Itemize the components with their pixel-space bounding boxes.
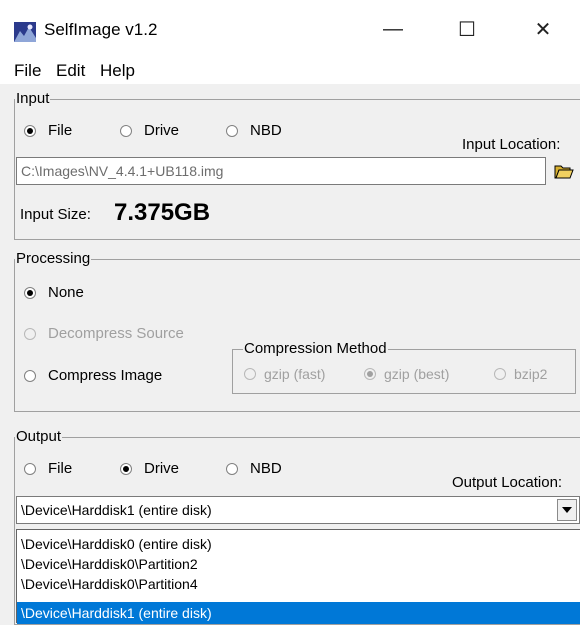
radio-label: Drive bbox=[144, 460, 180, 477]
chevron-down-icon bbox=[562, 507, 572, 513]
output-selected-value: \Device\Harddisk1 (entire disk) bbox=[21, 502, 212, 518]
minimize-icon: — bbox=[383, 17, 403, 40]
radio-dot bbox=[244, 368, 256, 380]
close-button[interactable]: ✕ bbox=[508, 6, 578, 52]
radio-dot bbox=[226, 124, 238, 137]
input-path-field[interactable]: C:\Images\NV_4.4.1+UB118.img bbox=[16, 157, 546, 185]
input-file-radio[interactable]: File bbox=[24, 122, 72, 139]
dropdown-option[interactable]: \Device\Harddisk0\Partition2 bbox=[19, 554, 198, 574]
radio-label: gzip (best) bbox=[384, 366, 450, 382]
radio-dot bbox=[24, 286, 36, 299]
window-title: SelfImage v1.2 bbox=[44, 20, 158, 39]
bzip2-radio[interactable]: bzip2 bbox=[494, 366, 547, 382]
gzip-fast-radio[interactable]: gzip (fast) bbox=[244, 366, 325, 382]
dropdown-option-selected[interactable]: \Device\Harddisk1 (entire disk) bbox=[17, 602, 580, 624]
output-nbd-radio[interactable]: NBD bbox=[226, 460, 282, 477]
output-legend: Output bbox=[16, 428, 62, 445]
minimize-button[interactable]: — bbox=[358, 6, 428, 52]
gzip-best-radio[interactable]: gzip (best) bbox=[364, 366, 449, 382]
radio-label: File bbox=[48, 460, 73, 477]
radio-label: File bbox=[48, 122, 73, 139]
radio-label: Compress Image bbox=[48, 367, 163, 384]
maximize-icon: ☐ bbox=[458, 18, 476, 41]
input-size-label: Input Size: bbox=[20, 206, 91, 223]
radio-dot bbox=[364, 368, 376, 380]
dropdown-option[interactable]: \Device\Harddisk0 (entire disk) bbox=[19, 534, 212, 554]
app-icon bbox=[14, 22, 36, 42]
menu-bar: File Edit Help bbox=[0, 58, 580, 84]
dropdown-button[interactable] bbox=[557, 499, 577, 521]
menu-edit[interactable]: Edit bbox=[56, 61, 85, 81]
close-icon: ✕ bbox=[534, 18, 552, 41]
radio-label: Drive bbox=[144, 122, 180, 139]
title-bar: SelfImage v1.2 — ☐ ✕ bbox=[0, 0, 580, 58]
radio-dot bbox=[24, 327, 36, 340]
processing-legend: Processing bbox=[16, 250, 91, 267]
radio-label: gzip (fast) bbox=[264, 366, 326, 382]
radio-dot bbox=[24, 369, 36, 382]
compression-method-legend: Compression Method bbox=[244, 340, 387, 357]
dropdown-list: \Device\Harddisk0 (entire disk) \Device\… bbox=[16, 529, 580, 624]
dropdown-option[interactable]: \Device\Harddisk0\Partition4 bbox=[19, 574, 198, 594]
input-nbd-radio[interactable]: NBD bbox=[226, 122, 282, 139]
input-location-label: Input Location: bbox=[462, 136, 561, 153]
open-folder-icon bbox=[554, 165, 574, 179]
radio-label: None bbox=[48, 284, 84, 301]
radio-dot bbox=[24, 124, 36, 137]
radio-dot bbox=[494, 368, 506, 380]
menu-file[interactable]: File bbox=[14, 61, 41, 81]
radio-label: Decompress Source bbox=[48, 325, 184, 342]
radio-label: NBD bbox=[250, 460, 282, 477]
input-size-value: 7.375GB bbox=[114, 199, 211, 226]
radio-dot bbox=[120, 124, 132, 137]
radio-dot bbox=[24, 462, 36, 475]
compress-image-radio[interactable]: Compress Image bbox=[24, 367, 162, 384]
input-drive-radio[interactable]: Drive bbox=[120, 122, 179, 139]
browse-input-button[interactable] bbox=[550, 157, 578, 185]
output-drive-radio[interactable]: Drive bbox=[120, 460, 179, 477]
decompress-source-radio[interactable]: Decompress Source bbox=[24, 325, 184, 342]
output-location-label: Output Location: bbox=[452, 474, 563, 491]
radio-dot bbox=[120, 462, 132, 475]
input-legend: Input bbox=[16, 90, 50, 107]
output-file-radio[interactable]: File bbox=[24, 460, 72, 477]
processing-none-radio[interactable]: None bbox=[24, 284, 84, 301]
radio-label: NBD bbox=[250, 122, 282, 139]
output-location-select[interactable]: \Device\Harddisk1 (entire disk) bbox=[16, 496, 580, 524]
radio-label: bzip2 bbox=[514, 366, 548, 382]
maximize-button[interactable]: ☐ bbox=[432, 6, 502, 52]
radio-dot bbox=[226, 462, 238, 475]
input-path-value: C:\Images\NV_4.4.1+UB118.img bbox=[21, 163, 224, 179]
menu-help[interactable]: Help bbox=[100, 61, 135, 81]
